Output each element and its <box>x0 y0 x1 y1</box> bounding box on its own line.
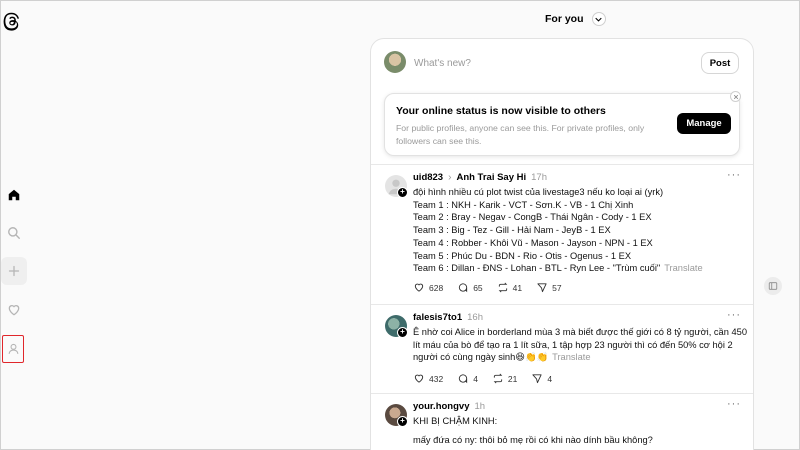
feed-selector[interactable]: For you <box>545 12 606 26</box>
composer: What's new? Post <box>371 39 753 89</box>
post-username[interactable]: your.hongvy <box>413 401 469 412</box>
nav-activity-heart-icon[interactable] <box>1 296 27 324</box>
share-count: 57 <box>552 282 562 293</box>
comment-count: 65 <box>473 282 483 293</box>
translate-link[interactable]: Translate <box>552 352 590 362</box>
chevron-down-icon[interactable] <box>591 12 606 26</box>
post-text-line: Ê nhờ coi Alice in borderland mùa 3 mà b… <box>413 327 747 337</box>
post-text-line: mấy đứa có ny: thôi bỏ mẹ rồi có khi nào… <box>413 434 653 445</box>
post-text-line: KHI BỊ CHẬM KINH: <box>413 416 498 426</box>
post[interactable]: + uid823 › Anh Trai Say Hi 17h ··· đội h… <box>371 164 753 304</box>
more-options-icon[interactable]: ··· <box>727 169 741 181</box>
post-text-line: Team 6 : Dillan - ĐNS - Lohan - BTL - Ry… <box>413 263 661 274</box>
close-icon[interactable] <box>730 91 741 102</box>
post[interactable]: + your.hongvy 1h ··· KHI BỊ CHẬM KINH: m… <box>371 393 753 450</box>
post-text: KHI BỊ CHẬM KINH: mấy đứa có ny: thôi bỏ… <box>413 415 743 446</box>
post-actions: 432 4 21 4 <box>413 373 566 384</box>
post-time: 17h <box>531 172 547 183</box>
follow-plus-icon[interactable]: + <box>397 327 408 338</box>
share-button[interactable]: 57 <box>536 282 562 293</box>
pin-column-icon[interactable] <box>764 277 782 295</box>
post-text-line-last: Team 6 : Dillan - ĐNS - Lohan - BTL - Ry… <box>413 262 743 275</box>
heart-icon <box>414 283 424 292</box>
repost-icon <box>498 282 507 293</box>
sidebar <box>1 1 27 450</box>
nav-search-icon[interactable] <box>1 219 27 247</box>
notice-body: For public profiles, anyone can see this… <box>396 123 645 146</box>
post-meta: uid823 › Anh Trai Say Hi 17h <box>413 172 547 183</box>
repost-icon <box>493 373 503 384</box>
post-text-line: Team 2 : Bray - Negav - CongB - Thái Ngâ… <box>413 212 652 223</box>
nav-profile-icon[interactable] <box>2 335 24 363</box>
post-text: đội hình nhiều cú plot twist của livesta… <box>413 186 743 275</box>
manage-button[interactable]: Manage <box>677 113 731 134</box>
repost-button[interactable]: 41 <box>497 282 522 293</box>
translate-link[interactable]: Translate <box>664 263 702 273</box>
threads-logo-icon[interactable] <box>1 9 23 33</box>
post-time: 16h <box>467 312 483 323</box>
post-text-line: Team 4 : Robber - Khôi Vũ - Mason - Jays… <box>413 237 653 248</box>
nav-create-icon[interactable] <box>1 257 27 285</box>
comment-button[interactable]: 65 <box>457 282 483 293</box>
online-status-notice: Your online status is now visible to oth… <box>384 93 740 156</box>
more-options-icon[interactable]: ··· <box>727 309 741 321</box>
feed-title: For you <box>545 13 584 25</box>
post-text-line: đội hình nhiều cú plot twist của livesta… <box>413 187 664 197</box>
share-button[interactable]: 4 <box>531 373 552 384</box>
like-count: 432 <box>429 373 444 384</box>
post-button[interactable]: Post <box>701 52 739 74</box>
post-text-line: Team 5 : Phúc Du - BDN - Rio - Otis - Og… <box>413 250 632 261</box>
feed-card: What's new? Post Your online status is n… <box>370 38 754 450</box>
post[interactable]: + falesis7to1 16h ··· Ê nhờ coi Alice in… <box>371 304 753 393</box>
post-actions: 628 65 41 57 <box>413 282 576 293</box>
follow-plus-icon[interactable]: + <box>397 187 408 198</box>
post-meta: your.hongvy 1h <box>413 401 485 412</box>
notice-title: Your online status is now visible to oth… <box>396 105 606 117</box>
nav-home-icon[interactable] <box>1 181 27 209</box>
post-text-line: lít máu của bò để tạo ra 1 lít sữa, 1 tậ… <box>413 339 733 350</box>
comment-button[interactable]: 4 <box>457 373 478 384</box>
reply-arrow-icon: › <box>448 172 452 183</box>
like-button[interactable]: 432 <box>413 373 443 384</box>
send-icon <box>537 283 547 293</box>
comment-count: 4 <box>473 373 478 384</box>
heart-icon <box>414 374 424 383</box>
post-text-line: người có cùng ngày sinh😆👏👏 <box>413 352 549 363</box>
like-button[interactable]: 628 <box>413 282 443 293</box>
post-text: Ê nhờ coi Alice in borderland mùa 3 mà b… <box>413 326 747 364</box>
post-meta: falesis7to1 16h <box>413 312 483 323</box>
share-count: 4 <box>547 373 553 384</box>
more-options-icon[interactable]: ··· <box>727 398 741 410</box>
reply-to-username[interactable]: Anh Trai Say Hi <box>456 172 526 183</box>
post-username[interactable]: uid823 <box>413 172 443 183</box>
user-avatar[interactable] <box>384 51 406 73</box>
comment-icon <box>459 374 468 384</box>
send-icon <box>532 374 542 384</box>
follow-plus-icon[interactable]: + <box>397 416 408 427</box>
repost-button[interactable]: 21 <box>492 373 517 384</box>
post-text-line: Team 1 : NKH - Karik - VCT - Sơn.K - VB … <box>413 199 634 210</box>
post-text-line-last: người có cùng ngày sinh😆👏👏 Translate <box>413 351 743 364</box>
post-username[interactable]: falesis7to1 <box>413 312 462 323</box>
like-count: 628 <box>429 282 444 293</box>
repost-count: 21 <box>507 373 518 384</box>
post-time: 1h <box>474 401 486 412</box>
repost-count: 41 <box>512 282 523 293</box>
composer-input[interactable]: What's new? <box>414 58 471 69</box>
comment-icon <box>459 283 468 293</box>
post-text-line: Team 3 : Big - Tez - Gill - Hải Nam - Je… <box>413 225 611 236</box>
